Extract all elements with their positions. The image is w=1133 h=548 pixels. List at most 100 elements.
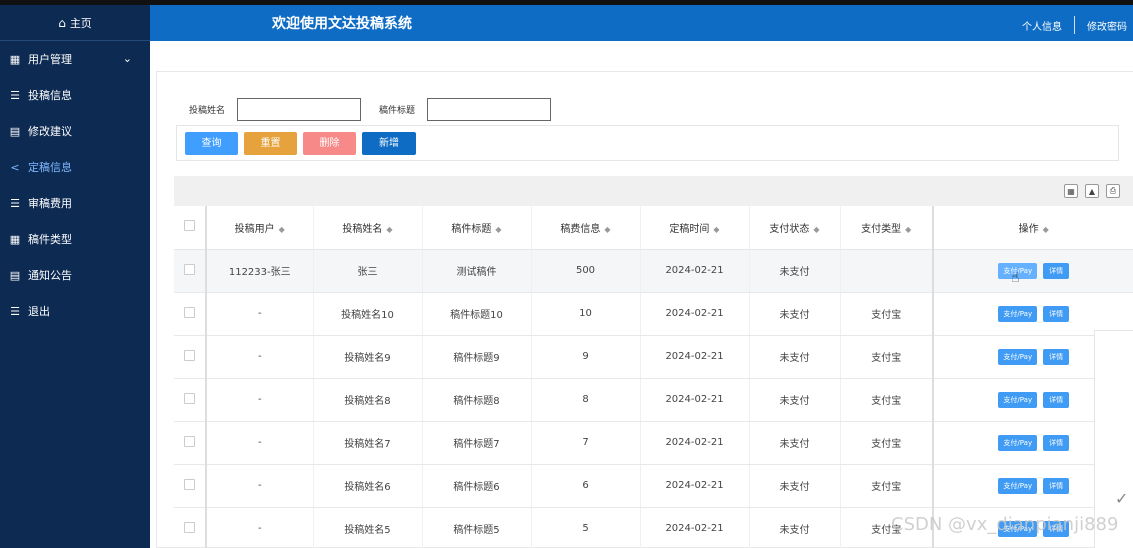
profile-link[interactable]: 个人信息 (1022, 18, 1062, 33)
table-row[interactable]: - 投稿姓名7 稿件标题7 7 2024-02-21 未支付 支付宝 支付/Pay 详情 (174, 421, 1133, 465)
pay-type-cell: 支付宝 (840, 421, 934, 465)
header: 欢迎使用文达投稿系统 个人信息 修改密码 (150, 5, 1133, 41)
pay-button[interactable]: 支付/Pay (998, 305, 1038, 322)
pay-type-cell: 支付宝 (840, 292, 934, 336)
print-icon[interactable]: ⎙ (1106, 184, 1120, 198)
author-name-input[interactable] (237, 98, 362, 121)
col-pay-type[interactable]: 支付类型 ◆ (840, 206, 934, 250)
row-checkbox[interactable] (184, 435, 195, 447)
pay-button[interactable]: 支付/Pay (998, 477, 1038, 494)
check-icon: ✓ (1115, 489, 1129, 508)
detail-button[interactable]: 详情 (1043, 477, 1070, 494)
col-author-name[interactable]: 投稿姓名 ◆ (313, 206, 423, 250)
row-select-cell[interactable] (174, 249, 207, 293)
row-select-cell[interactable] (174, 335, 207, 379)
sort-icon[interactable]: ◆ (604, 225, 610, 234)
header-divider (1074, 16, 1075, 34)
row-select-cell[interactable] (174, 507, 207, 548)
pay-button[interactable]: 支付/Pay (998, 434, 1038, 451)
sidebar-item[interactable]: < 定稿信息 (0, 149, 150, 185)
pay-type-cell: 支付宝 (840, 335, 934, 379)
sidebar-item[interactable]: ☰ 投稿信息 (0, 77, 150, 113)
table-row[interactable]: 112233-张三 张三 测试稿件 500 2024-02-21 未支付 支付/Pay 详情 (174, 249, 1133, 293)
table-row[interactable]: - 投稿姓名9 稿件标题9 9 2024-02-21 未支付 支付宝 支付/Pay 详情 (174, 335, 1133, 379)
pay-status-cell: 未支付 (749, 464, 841, 508)
row-checkbox[interactable] (184, 263, 195, 275)
sort-icon[interactable]: ◆ (279, 225, 285, 234)
sidebar-item[interactable]: ☰ 审稿费用 (0, 185, 150, 221)
data-table: ▦ ▲ ⎙ 投稿用户◆ 投稿姓名◆ 稿件标题◆ 稿费信息◆ 定稿时间◆ (174, 176, 1133, 548)
row-checkbox[interactable] (184, 478, 195, 490)
table-row[interactable]: - 投稿姓名10 稿件标题10 10 2024-02-21 未支付 支付宝 支付/Pay 详情 (174, 292, 1133, 336)
detail-button[interactable]: 详情 (1043, 391, 1070, 408)
book-icon: ▤ (9, 124, 21, 138)
submitter-cell: - (206, 507, 314, 548)
row-select-cell[interactable] (174, 292, 207, 336)
sort-icon[interactable]: ◆ (1043, 225, 1049, 234)
detail-button[interactable]: 详情 (1043, 305, 1070, 322)
col-final-time[interactable]: 定稿时间 ◆ (640, 206, 750, 250)
pay-type-cell: 支付宝 (840, 464, 934, 508)
watermark: CSDN @vx_dianpianji889 (891, 514, 1119, 535)
col-submitter[interactable]: 投稿用户 ◆ (206, 206, 314, 250)
sidebar-item[interactable]: ▤ 通知公告 (0, 257, 150, 293)
sidebar: ⌂ 主页 ▦ 用户管理 ⌄ ☰ 投稿信息 ▤ 修改建议 < 定稿信息 ☰ 审稿费用 ▦ 稿件类型 ▤ 通知公… (0, 5, 150, 548)
fee-cell: 8 (531, 378, 641, 422)
export-icon[interactable]: ▲ (1085, 184, 1099, 198)
row-select-cell[interactable] (174, 464, 207, 508)
fee-cell: 6 (531, 464, 641, 508)
final-time-cell: 2024-02-21 (640, 335, 750, 379)
add-button[interactable]: 新增 (362, 132, 416, 155)
submitter-cell: - (206, 292, 314, 336)
table-row[interactable]: - 投稿姓名8 稿件标题8 8 2024-02-21 未支付 支付宝 支付/Pay 详情 (174, 378, 1133, 422)
title-cell: 稿件标题10 (422, 292, 532, 336)
sidebar-item[interactable]: ▤ 修改建议 (0, 113, 150, 149)
author-name-cell: 投稿姓名5 (313, 507, 423, 548)
sidebar-item-label: 用户管理 (28, 53, 72, 66)
reset-button[interactable]: 重置 (244, 132, 297, 155)
detail-button[interactable]: 详情 (1043, 434, 1070, 451)
select-all-cell[interactable] (174, 206, 207, 250)
row-checkbox[interactable] (184, 392, 195, 404)
fee-cell: 9 (531, 335, 641, 379)
col-title[interactable]: 稿件标题 ◆ (422, 206, 532, 250)
change-password-link[interactable]: 修改密码 (1087, 18, 1127, 33)
sidebar-item[interactable]: ▦ 稿件类型 (0, 221, 150, 257)
sort-icon[interactable]: ◆ (905, 225, 911, 234)
detail-button[interactable]: 详情 (1043, 262, 1070, 279)
row-select-cell[interactable] (174, 378, 207, 422)
sort-icon[interactable]: ◆ (813, 225, 819, 234)
sort-icon[interactable]: ◆ (713, 225, 719, 234)
columns-icon[interactable]: ▦ (1064, 184, 1078, 198)
sidebar-home[interactable]: ⌂ 主页 (0, 5, 150, 41)
sidebar-home-label: 主页 (69, 16, 92, 30)
author-name-label: 投稿姓名 (189, 106, 226, 116)
grid-icon: ▦ (9, 232, 21, 246)
fee-cell: 5 (531, 507, 641, 548)
sort-icon[interactable]: ◆ (386, 225, 392, 234)
pay-button[interactable]: 支付/Pay (998, 391, 1038, 408)
pay-button[interactable]: 支付/Pay (998, 348, 1038, 365)
pay-status-cell: 未支付 (749, 378, 841, 422)
col-pay-status[interactable]: 支付状态 ◆ (749, 206, 841, 250)
detail-button[interactable]: 详情 (1043, 348, 1070, 365)
select-all-checkbox[interactable] (184, 220, 195, 232)
sidebar-item-label: 投稿信息 (28, 89, 72, 102)
row-select-cell[interactable] (174, 421, 207, 465)
sort-icon[interactable]: ◆ (495, 225, 501, 234)
row-checkbox[interactable] (184, 521, 195, 533)
author-name-cell: 投稿姓名9 (313, 335, 423, 379)
manuscript-title-input[interactable] (427, 98, 552, 121)
pay-status-cell: 未支付 (749, 421, 841, 465)
sidebar-item[interactable]: ☰ 退出 (0, 293, 150, 329)
row-checkbox[interactable] (184, 306, 195, 318)
table-row[interactable]: - 投稿姓名6 稿件标题6 6 2024-02-21 未支付 支付宝 支付/Pay 详情 (174, 464, 1133, 508)
sidebar-item[interactable]: ▦ 用户管理 ⌄ (0, 41, 150, 77)
query-button[interactable]: 查询 (185, 132, 238, 155)
sidebar-item-label: 退出 (28, 305, 50, 318)
col-fee[interactable]: 稿费信息 ◆ (531, 206, 641, 250)
title-cell: 稿件标题8 (422, 378, 532, 422)
row-checkbox[interactable] (184, 349, 195, 361)
delete-button[interactable]: 删除 (303, 132, 356, 155)
actions-cell: 支付/Pay 详情 (933, 249, 1133, 293)
